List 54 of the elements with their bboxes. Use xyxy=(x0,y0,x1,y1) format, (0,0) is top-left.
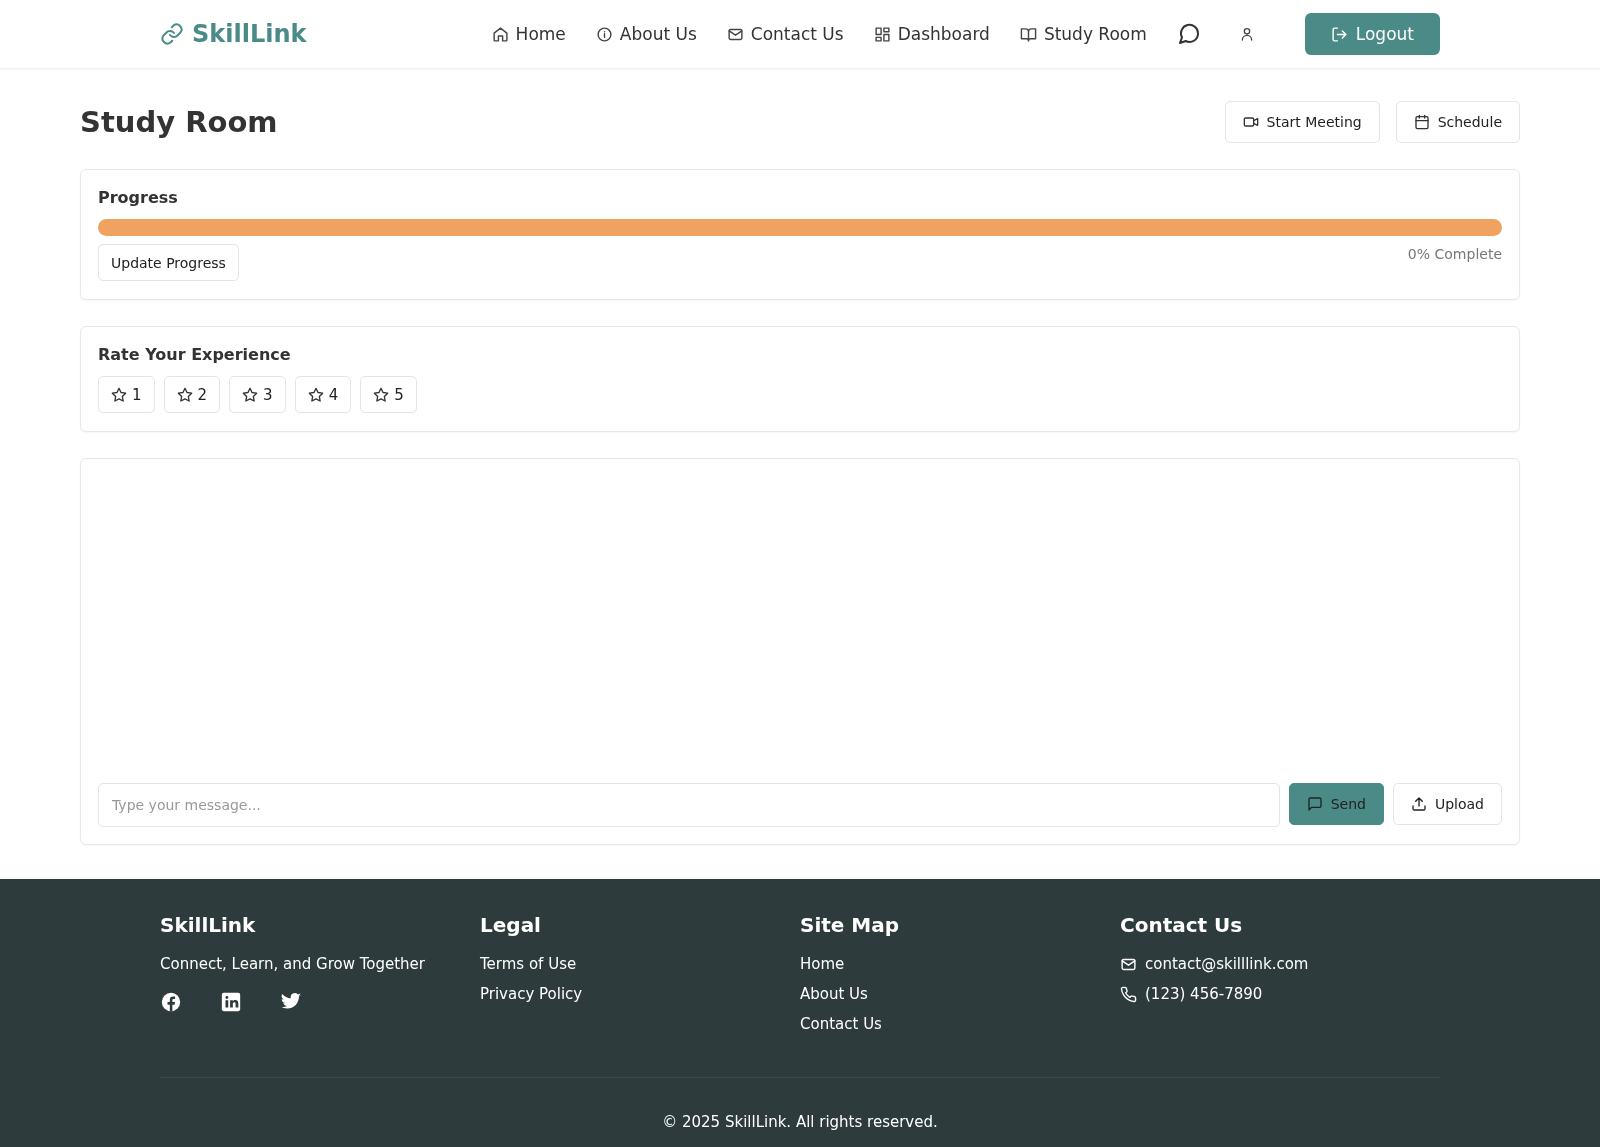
action-button[interactable]: Schedule xyxy=(1395,101,1520,143)
card-title: Progress xyxy=(98,188,179,207)
footer-tagline: Connect, Learn, and Grow Together xyxy=(160,955,426,973)
footer-brand: SkillLink xyxy=(160,913,257,937)
upload-button[interactable]: Upload xyxy=(1392,783,1502,825)
calendar-icon xyxy=(1413,114,1430,130)
star-icon xyxy=(307,386,324,403)
footer-link[interactable]: Contact Us xyxy=(800,1015,1120,1033)
rating-button[interactable]: 4 xyxy=(294,376,352,413)
nav-link[interactable]: Home xyxy=(491,24,566,44)
linkedin-icon[interactable] xyxy=(220,991,242,1013)
footer-heading: Legal xyxy=(480,913,542,937)
footer-link[interactable]: Privacy Policy xyxy=(480,985,800,1003)
info-icon xyxy=(595,25,613,43)
copyright-text: © 2025 SkillLink. All rights reserved. xyxy=(661,1113,939,1131)
send-button[interactable]: Send xyxy=(1288,783,1384,825)
message-icon xyxy=(1306,796,1323,812)
nav-link[interactable]: Contact Us xyxy=(726,24,844,44)
footer-heading: Site Map xyxy=(800,913,901,937)
logout-button[interactable]: Logout xyxy=(1304,13,1440,55)
grid-icon xyxy=(873,25,891,43)
rating-button[interactable]: 1 xyxy=(98,376,155,413)
contact-email: contact@skilllink.com xyxy=(1145,955,1309,973)
upload-icon xyxy=(1410,796,1427,812)
footer-link[interactable]: Terms of Use xyxy=(480,955,800,973)
chat-icon[interactable] xyxy=(1176,22,1201,46)
star-icon xyxy=(111,386,127,403)
footer-heading: Contact Us xyxy=(1120,913,1244,937)
star-icon xyxy=(373,386,390,403)
phone-icon xyxy=(1120,985,1137,1003)
message-input-field[interactable]: Type your message... xyxy=(98,783,1280,827)
contact-phone: (123) 456-7890 xyxy=(1145,985,1263,1003)
card-title: Rate Your Experience xyxy=(98,345,292,364)
nav-link[interactable]: Study Room xyxy=(1019,24,1147,44)
brand-logo-text[interactable]: SkillLink xyxy=(192,20,307,48)
rating-button[interactable]: 2 xyxy=(163,376,221,413)
rating-button[interactable]: 5 xyxy=(360,376,417,413)
update-progress-button[interactable]: Update Progress xyxy=(98,244,239,281)
footer-link[interactable]: About Us xyxy=(800,985,1120,1003)
star-icon xyxy=(176,386,193,403)
link-icon xyxy=(160,22,184,46)
video-camera-icon xyxy=(1242,114,1259,130)
star-icon xyxy=(242,386,259,403)
logout-icon xyxy=(1330,25,1348,43)
rating-button[interactable]: 3 xyxy=(229,376,286,413)
footer-link[interactable]: Home xyxy=(800,955,1120,973)
action-button[interactable]: Start Meeting xyxy=(1224,101,1380,143)
home-icon xyxy=(491,25,509,43)
nav-link[interactable]: About Us xyxy=(595,24,697,44)
progress-reading: 0% Complete xyxy=(1407,246,1502,262)
book-icon xyxy=(1019,25,1037,43)
nav-link[interactable]: Dashboard xyxy=(873,24,990,44)
page-title: Study Room xyxy=(80,105,278,139)
facebook-icon[interactable] xyxy=(160,991,182,1013)
